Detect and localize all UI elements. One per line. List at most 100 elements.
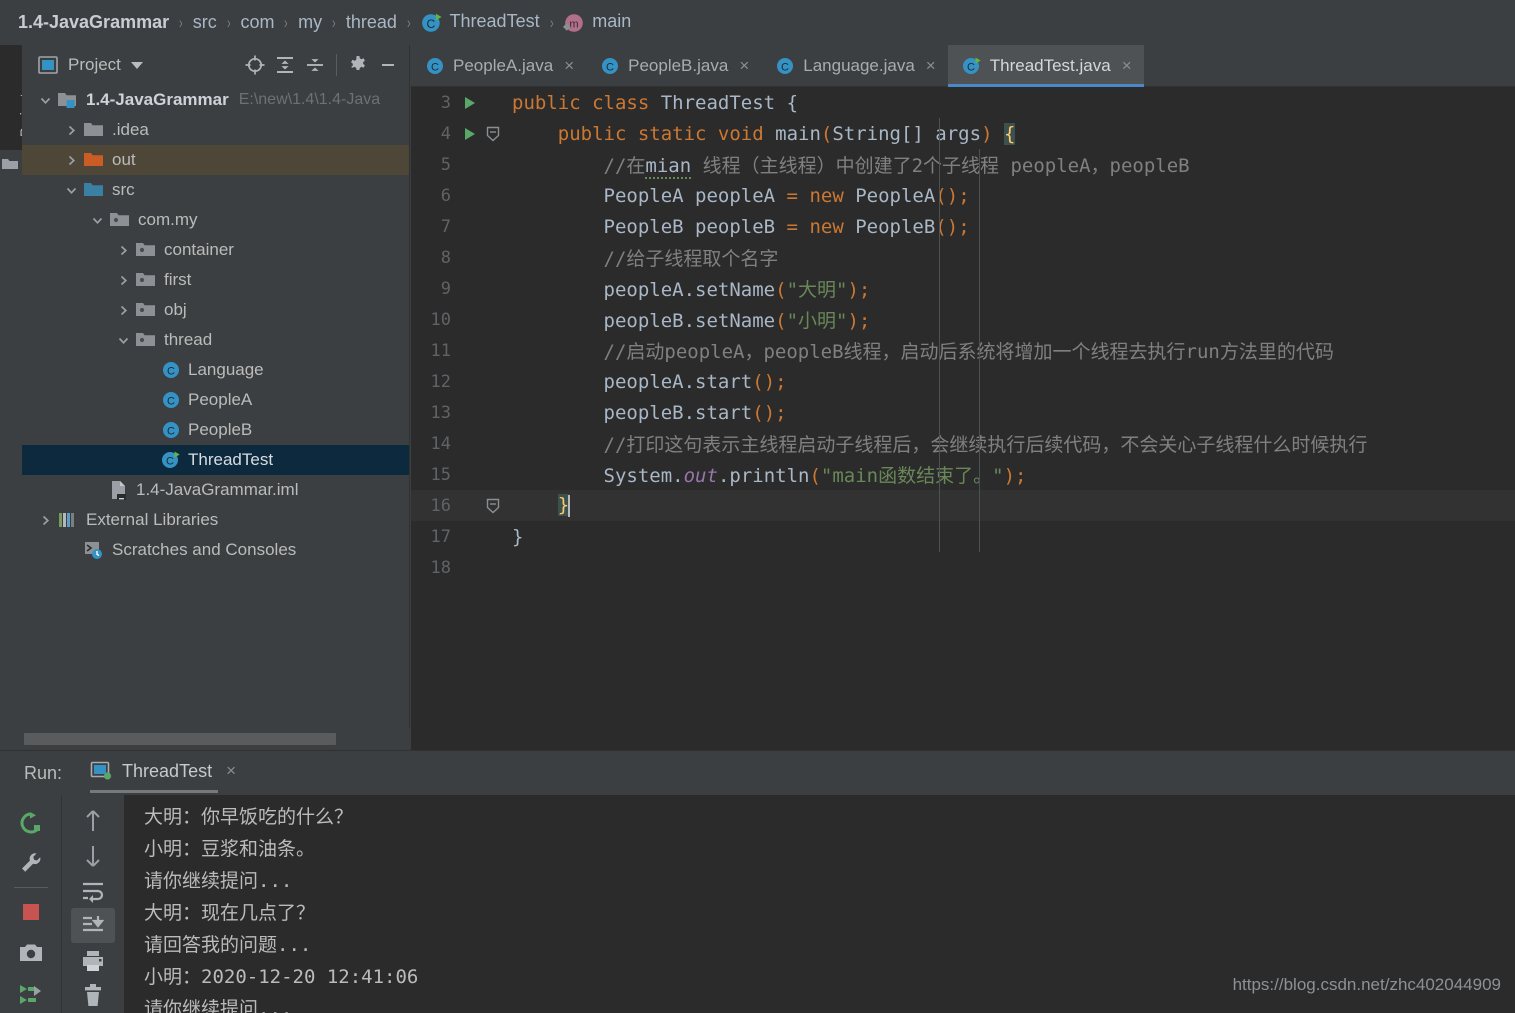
trash-icon[interactable]	[71, 978, 115, 1013]
code-line[interactable]: 10 peopleB.setName("小明");	[411, 304, 1515, 335]
tree-node-first[interactable]: first	[22, 265, 409, 295]
code-line[interactable]: 13 peopleB.start();	[411, 397, 1515, 428]
code-line[interactable]: 7 PeopleB peopleB = new PeopleB();	[411, 211, 1515, 242]
run-gutter-icon[interactable]	[458, 95, 482, 111]
code-line[interactable]: 5 //在mian 线程（主线程）中创建了2个子线程 peopleA，peopl…	[411, 149, 1515, 180]
locate-icon[interactable]	[240, 51, 270, 79]
breadcrumb-item-threadtest[interactable]: C ThreadTest	[421, 11, 540, 33]
wrench-icon[interactable]	[9, 843, 53, 883]
breadcrumb-item-1-4-javagrammar[interactable]: 1.4-JavaGrammar	[18, 12, 169, 33]
close-icon[interactable]: ×	[926, 57, 936, 74]
breadcrumb-separator: ›	[284, 12, 289, 32]
fold-collapse-icon[interactable]	[482, 498, 504, 514]
project-tree-hscrollbar[interactable]	[22, 728, 410, 750]
breadcrumb-item-my[interactable]: my	[298, 12, 322, 33]
thread-dump-icon[interactable]	[9, 973, 53, 1013]
breadcrumb-item-thread[interactable]: thread	[346, 12, 397, 33]
code-line-text: //给子线程取个名字	[512, 248, 779, 270]
soft-wrap-icon[interactable]	[71, 873, 115, 908]
camera-icon[interactable]	[9, 933, 53, 973]
tree-node-1.4-javagrammar.iml[interactable]: 1.4-JavaGrammar.iml	[22, 475, 409, 505]
tree-node-thread[interactable]: thread	[22, 325, 409, 355]
editor-tab-peopleb-java[interactable]: C PeopleB.java ×	[586, 45, 761, 86]
code-line[interactable]: 11 //启动peopleA，peopleB线程，启动后系统将增加一个线程去执行…	[411, 335, 1515, 366]
chevron-down-icon[interactable]	[90, 213, 105, 228]
tree-node-.idea[interactable]: .idea	[22, 115, 409, 145]
iml-file-icon	[109, 480, 129, 500]
expand-all-icon[interactable]	[270, 51, 300, 79]
tree-node-src[interactable]: src	[22, 175, 409, 205]
chevron-right-icon[interactable]	[64, 153, 79, 168]
tree-node-out[interactable]: out	[22, 145, 409, 175]
project-tree[interactable]: 1.4-JavaGrammar E:\new\1.4\1.4-Java .idea o…	[22, 85, 409, 728]
code-line[interactable]: 8 //给子线程取个名字	[411, 242, 1515, 273]
project-panel-title: Project	[68, 55, 121, 74]
collapse-all-icon[interactable]	[300, 51, 330, 79]
code-line[interactable]: 16 }	[411, 490, 1515, 521]
breadcrumb-item-com[interactable]: com	[240, 12, 274, 33]
code-line[interactable]: 9 peopleA.setName("大明");	[411, 273, 1515, 304]
code-line[interactable]: 17}	[411, 521, 1515, 552]
code-line[interactable]: 12 peopleA.start();	[411, 366, 1515, 397]
tree-node-language[interactable]: C Language	[22, 355, 409, 385]
chevron-right-icon[interactable]	[38, 513, 53, 528]
tree-node-peoplea[interactable]: C PeopleA	[22, 385, 409, 415]
project-tree-hscrollbar-thumb[interactable]	[24, 733, 336, 745]
tool-window-tab-project[interactable]: Project	[0, 45, 33, 150]
code-line[interactable]: 14 //打印这句表示主线程启动子线程后，会继续执行后续代码，不会关心子线程什么…	[411, 428, 1515, 459]
chevron-down-icon[interactable]	[116, 333, 131, 348]
scroll-to-end-icon[interactable]	[71, 908, 115, 943]
print-icon[interactable]	[71, 943, 115, 978]
chevron-right-icon[interactable]	[64, 123, 79, 138]
console-output[interactable]: 大明：你早饭吃的什么？ 小明：豆浆和油条。 请你继续提问... 大明：现在几点了？ 请回…	[124, 795, 1515, 1013]
editor-tab-peoplea-java[interactable]: C PeopleA.java ×	[411, 45, 586, 86]
run-gutter-icon[interactable]	[458, 126, 482, 142]
code-line[interactable]: 15 System.out.println("main函数结束了。");	[411, 459, 1515, 490]
breadcrumb-item-src[interactable]: src	[193, 12, 217, 33]
tree-node-scratches-and-consoles[interactable]: Scratches and Consoles	[22, 535, 409, 565]
close-icon[interactable]: ×	[564, 57, 574, 74]
chevron-down-icon[interactable]	[38, 93, 53, 108]
code-editor[interactable]: 3 public class ThreadTest {4 public stati…	[411, 87, 1515, 750]
rerun-icon[interactable]	[9, 803, 53, 843]
arrow-down-icon[interactable]	[71, 838, 115, 873]
close-icon[interactable]: ×	[226, 761, 236, 781]
editor-tab-language-java[interactable]: C Language.java ×	[761, 45, 947, 86]
code-line[interactable]: 3 public class ThreadTest {	[411, 87, 1515, 118]
code-line[interactable]: 4 public static void main(String[] args)…	[411, 118, 1515, 149]
chevron-right-icon[interactable]	[116, 303, 131, 318]
tree-node-label: src	[112, 180, 135, 199]
folder-gray-icon	[83, 121, 105, 139]
code-line[interactable]: 6 PeopleA peopleA = new PeopleA();	[411, 180, 1515, 211]
gear-icon[interactable]	[343, 51, 373, 79]
editor-tab-threadtest-java[interactable]: C ThreadTest.java ×	[947, 45, 1144, 87]
svg-text:C: C	[166, 455, 174, 467]
code-line[interactable]: 18	[411, 552, 1515, 583]
close-icon[interactable]: ×	[739, 57, 749, 74]
toolbar-divider	[13, 887, 48, 889]
chevron-right-icon[interactable]	[116, 273, 131, 288]
run-tab-threadtest[interactable]: ThreadTest ×	[90, 761, 236, 793]
tree-node-threadtest[interactable]: C ThreadTest	[22, 445, 409, 475]
arrow-up-icon[interactable]	[71, 803, 115, 838]
breadcrumb-item-label: my	[298, 12, 323, 32]
tree-node-1.4-javagrammar[interactable]: 1.4-JavaGrammar E:\new\1.4\1.4-Java	[22, 85, 409, 115]
tree-node-external-libraries[interactable]: External Libraries	[22, 505, 409, 535]
tree-node-label: PeopleB	[188, 420, 253, 439]
breadcrumb-item-main[interactable]: m main	[563, 11, 631, 33]
line-number: 12	[430, 371, 451, 392]
tree-node-container[interactable]: container	[22, 235, 409, 265]
fold-collapse-icon[interactable]	[482, 126, 504, 142]
chevron-right-icon[interactable]	[116, 243, 131, 258]
tree-node-obj[interactable]: obj	[22, 295, 409, 325]
left-tool-strip: Project	[0, 45, 33, 750]
close-icon[interactable]: ×	[1122, 57, 1132, 74]
java-class-runnable-icon: C	[421, 12, 443, 34]
chevron-down-icon[interactable]	[130, 61, 143, 69]
tree-node-peopleb[interactable]: C PeopleB	[22, 415, 409, 445]
hide-icon[interactable]	[373, 51, 403, 79]
stop-icon[interactable]	[9, 892, 53, 932]
tree-node-com.my[interactable]: com.my	[22, 205, 409, 235]
chevron-down-icon[interactable]	[64, 183, 79, 198]
svg-text:C: C	[606, 61, 614, 73]
